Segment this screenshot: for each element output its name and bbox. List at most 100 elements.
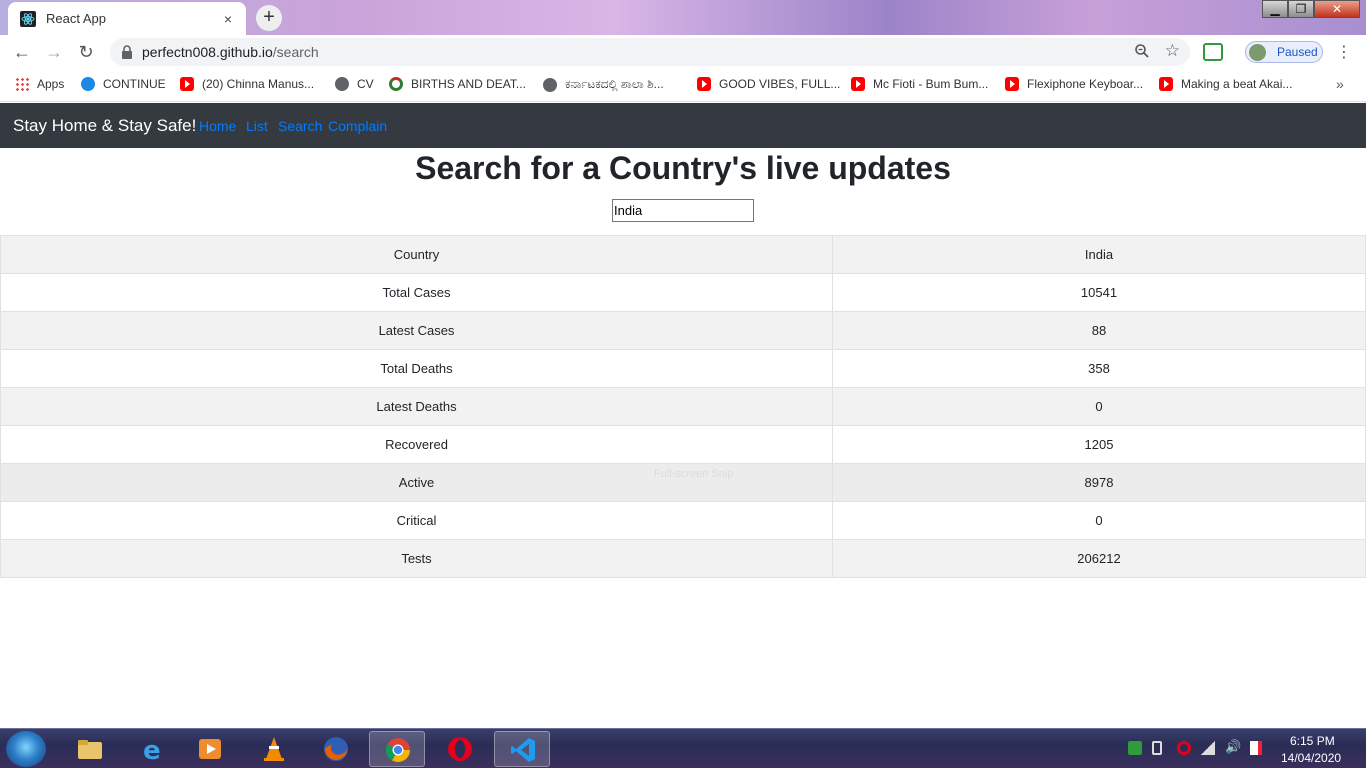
vscode-taskbar-button[interactable] xyxy=(494,731,550,767)
chrome-taskbar-button[interactable] xyxy=(369,731,425,767)
table-row: Total Deaths 358 xyxy=(0,349,1366,388)
bookmark-item[interactable]: CV xyxy=(335,77,374,91)
stat-label: Tests xyxy=(0,539,833,578)
bookmark-label: Flexiphone Keyboar... xyxy=(1027,77,1144,91)
clock-date[interactable]: 14/04/2020 xyxy=(1281,751,1341,765)
bookmarks-overflow-icon[interactable]: » xyxy=(1336,76,1344,92)
vlc-taskbar-button[interactable] xyxy=(246,731,302,767)
vlc-icon xyxy=(264,737,284,761)
internet-explorer-icon: e xyxy=(143,736,161,763)
bookmark-item[interactable]: Making a beat Akai... xyxy=(1159,77,1292,91)
reload-button[interactable]: ↻ xyxy=(75,42,97,64)
avatar xyxy=(1249,44,1266,61)
bookmark-label: CV xyxy=(357,77,374,91)
bookmark-label: CONTINUE xyxy=(103,77,166,91)
table-row: Latest Deaths 0 xyxy=(0,387,1366,426)
stat-label: Total Deaths xyxy=(0,349,833,388)
stat-value: 8978 xyxy=(832,463,1366,502)
table-row: Recovered 1205 xyxy=(0,425,1366,464)
chrome-icon xyxy=(385,738,410,763)
bookmark-item[interactable]: GOOD VIBES, FULL... xyxy=(697,77,840,91)
nav-list-link[interactable]: List xyxy=(246,118,268,134)
bookmark-label: Apps xyxy=(37,77,65,91)
tray-action-center-icon[interactable] xyxy=(1250,741,1262,755)
close-window-button[interactable]: ✕ xyxy=(1314,0,1360,18)
profile-status: Paused xyxy=(1277,45,1318,59)
stat-label: Recovered xyxy=(0,425,833,464)
bookmark-item[interactable]: Flexiphone Keyboar... xyxy=(1005,77,1143,91)
globe-icon xyxy=(335,77,349,91)
url-host: perfectn008.github.io xyxy=(142,44,273,60)
bookmark-label: (20) Chinna Manus... xyxy=(202,77,315,91)
bookmark-star-icon[interactable]: ☆ xyxy=(1165,41,1180,61)
profile-button[interactable]: Paused xyxy=(1245,41,1323,63)
tray-network-icon[interactable] xyxy=(1201,741,1215,755)
tray-battery-icon[interactable] xyxy=(1152,741,1162,755)
forward-button[interactable]: → xyxy=(43,42,65,64)
address-bar[interactable]: perfectn008.github.io/search ☆ xyxy=(110,38,1190,66)
nav-complain-link[interactable]: Complain xyxy=(328,118,387,134)
youtube-icon xyxy=(697,77,711,91)
clock-time[interactable]: 6:15 PM xyxy=(1290,734,1335,748)
bookmark-label: Mc Fioti - Bum Bum... xyxy=(873,77,989,91)
page-title: Search for a Country's live updates xyxy=(415,150,951,186)
apps-icon xyxy=(15,77,29,91)
bookmark-label: GOOD VIBES, FULL... xyxy=(719,77,841,91)
globe-icon xyxy=(543,77,557,92)
lock-icon xyxy=(122,45,132,59)
country-search-input[interactable] xyxy=(612,199,754,222)
folder-icon xyxy=(78,740,102,759)
file-explorer-taskbar-button[interactable] xyxy=(62,731,118,767)
table-row: Latest Cases 88 xyxy=(0,311,1366,350)
start-button[interactable] xyxy=(6,731,46,767)
bookmark-label: Making a beat Akai... xyxy=(1181,77,1293,91)
media-player-taskbar-button[interactable] xyxy=(182,731,238,767)
bookmark-item[interactable]: ಕರ್ನಾಟಕದಲ್ಲಿ ಶಾಲಾ ಶಿ... xyxy=(543,77,664,92)
youtube-icon xyxy=(1159,77,1173,91)
browser-tabstrip: React App × + ▁ ❐ ✕ xyxy=(0,0,1366,35)
react-icon xyxy=(20,10,36,27)
table-row: Country India xyxy=(0,235,1366,274)
opera-taskbar-button[interactable] xyxy=(432,731,488,767)
back-button[interactable]: ← xyxy=(11,42,33,64)
tray-app-icon[interactable] xyxy=(1128,741,1142,755)
nav-search-link[interactable]: Search xyxy=(278,118,322,134)
url-text[interactable]: perfectn008.github.io/search xyxy=(142,44,319,60)
nav-home-link[interactable]: Home xyxy=(199,118,236,134)
bookmark-item[interactable]: BIRTHS AND DEAT... xyxy=(389,77,526,91)
stat-label: Critical xyxy=(0,501,833,540)
tray-volume-icon[interactable]: 🔊 xyxy=(1225,739,1241,754)
url-path: /search xyxy=(272,44,319,60)
maximize-button[interactable]: ❐ xyxy=(1288,0,1314,18)
svg-text:e: e xyxy=(143,736,161,763)
firefox-icon xyxy=(324,737,348,761)
stat-label: Total Cases xyxy=(0,273,833,312)
bookmark-label: BIRTHS AND DEAT... xyxy=(411,77,526,91)
internet-explorer-taskbar-button[interactable]: e xyxy=(124,731,180,767)
tab-close-icon[interactable]: × xyxy=(220,11,236,27)
minimize-button[interactable]: ▁ xyxy=(1262,0,1288,18)
brand[interactable]: Stay Home & Stay Safe! xyxy=(13,116,196,136)
stat-value: 0 xyxy=(832,387,1366,426)
tray-opera-icon[interactable] xyxy=(1177,741,1191,755)
stat-label: Latest Cases xyxy=(0,311,833,350)
table-row: Total Cases 10541 xyxy=(0,273,1366,312)
bookmark-item[interactable]: Apps xyxy=(15,77,64,91)
stat-label: Country xyxy=(0,235,833,274)
bookmarks-bar: Apps CONTINUE (20) Chinna Manus... CV BIRTHS… xyxy=(0,69,1366,102)
stat-label: Latest Deaths xyxy=(0,387,833,426)
firefox-taskbar-button[interactable] xyxy=(308,731,364,767)
stat-value: India xyxy=(832,235,1366,274)
bookmark-item[interactable]: CONTINUE xyxy=(81,77,166,91)
new-tab-button[interactable]: + xyxy=(256,5,282,31)
windows-taskbar: e 🔊 6:15 PM 14/04/2020 xyxy=(0,728,1366,768)
bookmark-item[interactable]: Mc Fioti - Bum Bum... xyxy=(851,77,988,91)
browser-menu-icon[interactable]: ⋮ xyxy=(1336,42,1352,62)
opera-icon xyxy=(448,737,472,761)
app-navbar: Stay Home & Stay Safe! Home List Search … xyxy=(0,103,1366,148)
extension-icon[interactable] xyxy=(1203,43,1223,61)
zoom-icon[interactable] xyxy=(1134,43,1150,59)
youtube-icon xyxy=(180,77,194,91)
browser-tab[interactable]: React App × xyxy=(8,2,246,35)
bookmark-item[interactable]: (20) Chinna Manus... xyxy=(180,77,314,91)
